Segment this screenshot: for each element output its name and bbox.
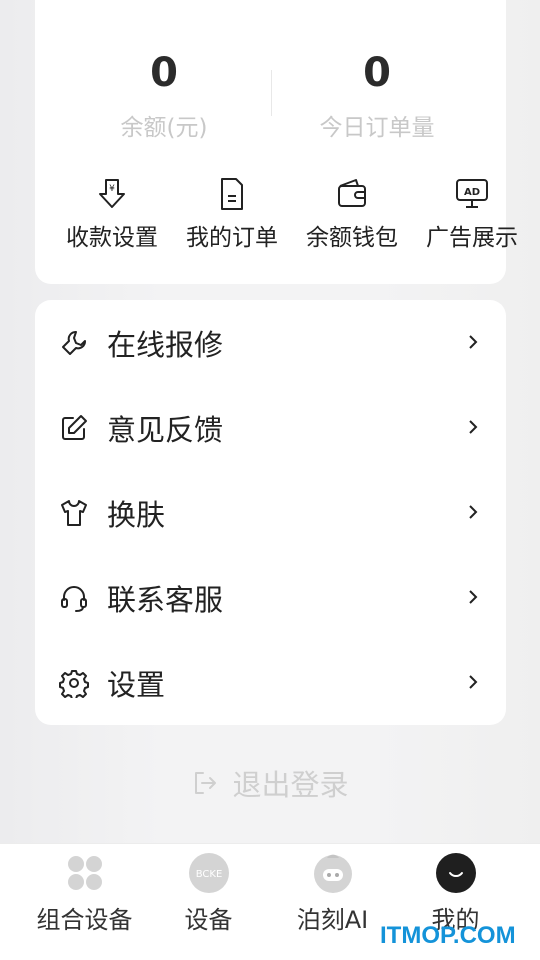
balance-label: 余额(元)	[120, 115, 208, 141]
quick-action-ad-display[interactable]: AD 广告展示	[412, 176, 532, 252]
logout-icon	[195, 772, 217, 794]
payment-download-icon: ¥	[99, 179, 125, 208]
tab-label: 组合设备	[36, 906, 133, 934]
today-orders-label: 今日订单量	[319, 115, 435, 141]
svg-text:AD: AD	[464, 187, 480, 198]
wallet-icon	[338, 179, 366, 207]
chevron-right-icon	[469, 420, 478, 434]
tab-devices[interactable]: BCKE 设备	[141, 852, 276, 935]
headset-icon	[61, 586, 87, 612]
tab-label: 设备	[184, 906, 233, 934]
menu-item-settings[interactable]: 设置	[35, 640, 506, 725]
four-circles-icon	[67, 856, 102, 890]
document-icon	[221, 178, 243, 210]
menu-item-customer-service[interactable]: 联系客服	[35, 555, 506, 640]
chevron-right-icon	[469, 335, 478, 349]
menu-item-feedback[interactable]: 意见反馈	[35, 385, 506, 470]
gear-icon	[59, 670, 89, 698]
quick-action-payment-settings[interactable]: ¥ 收款设置	[52, 176, 172, 252]
quick-action-label: 收款设置	[66, 225, 158, 251]
svg-text:BCKE: BCKE	[195, 869, 222, 880]
wrench-icon	[62, 331, 86, 355]
balance-value: 0	[150, 50, 178, 96]
svg-text:¥: ¥	[109, 184, 115, 194]
chevron-right-icon	[469, 505, 478, 519]
today-orders-stat[interactable]: 0 今日订单量	[277, 50, 477, 142]
quick-action-label: 我的订单	[186, 225, 278, 251]
chevron-right-icon	[469, 675, 478, 689]
menu-item-label: 设置	[107, 668, 166, 702]
menu-item-online-repair[interactable]: 在线报修	[35, 300, 506, 385]
quick-action-label: 广告展示	[426, 225, 518, 251]
logout-label: 退出登录	[232, 768, 349, 802]
device-badge-icon: BCKE	[188, 853, 229, 893]
menu-item-label: 换肤	[107, 498, 166, 532]
menu-item-label: 在线报修	[107, 328, 224, 362]
logout-button[interactable]: 退出登录	[0, 762, 540, 804]
shirt-icon	[61, 500, 87, 526]
stat-divider	[271, 70, 272, 116]
quick-action-balance-wallet[interactable]: 余额钱包	[292, 176, 412, 252]
tab-combined-devices[interactable]: 组合设备	[17, 852, 152, 935]
robot-icon	[313, 854, 352, 893]
quick-action-label: 余额钱包	[306, 225, 398, 251]
site-watermark: ITMOP.COM	[380, 922, 516, 949]
ad-monitor-icon: AD	[456, 179, 488, 208]
profile-smile-icon	[435, 853, 476, 893]
menu-item-label: 联系客服	[107, 583, 224, 617]
balance-stat[interactable]: 0 余额(元)	[64, 50, 264, 142]
menu-card: 在线报修 意见反馈 换肤 联系客服 设置	[35, 300, 506, 725]
edit-icon	[62, 415, 87, 440]
menu-item-change-skin[interactable]: 换肤	[35, 470, 506, 555]
account-summary-card: ▔ ▔ ▔ ▔ 0 余额(元) 0 今日订单量 ¥ 收款设置 我的订单 余额钱包	[35, 0, 518, 284]
chevron-right-icon	[469, 590, 478, 604]
menu-item-label: 意见反馈	[107, 413, 224, 447]
today-orders-value: 0	[363, 50, 391, 96]
quick-action-my-orders[interactable]: 我的订单	[172, 176, 292, 252]
